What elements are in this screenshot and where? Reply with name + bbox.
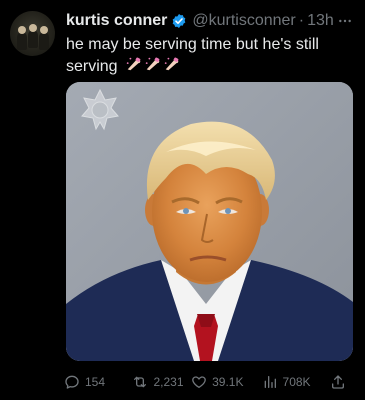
retweet-count: 2,231 xyxy=(153,375,184,389)
user-handle[interactable]: @kurtisconner xyxy=(192,12,295,30)
reply-icon xyxy=(65,375,79,389)
share-icon xyxy=(332,375,344,389)
reply-count: 154 xyxy=(85,375,106,389)
nail-polish-emoji xyxy=(126,57,141,71)
avatar-head-3 xyxy=(40,26,48,34)
avatar-head-2 xyxy=(29,24,37,32)
like-count: 39.1K xyxy=(212,375,244,389)
timestamp[interactable]: 13h xyxy=(307,12,334,30)
nail-polish-emojis xyxy=(125,55,182,79)
view-count: 708K xyxy=(282,375,311,389)
mugshot-image xyxy=(66,82,353,361)
separator-dot: · xyxy=(298,12,305,29)
verified-badge-icon xyxy=(171,13,187,29)
more-dots-icon[interactable] xyxy=(337,13,353,32)
avatar-figure-1 xyxy=(17,32,27,50)
views-chart-icon xyxy=(264,376,276,388)
like-button[interactable]: 39.1K xyxy=(191,374,261,390)
display-name[interactable]: kurtis conner xyxy=(66,12,167,30)
tweet-header: kurtis conner @kurtisconner · 13h xyxy=(66,10,357,32)
nail-polish-emoji xyxy=(145,57,160,71)
avatar[interactable] xyxy=(10,11,55,56)
views-button[interactable]: 708K xyxy=(262,374,330,390)
avatar-head-1 xyxy=(18,26,26,34)
tweet-text-content: he may be serving time but he's still se… xyxy=(66,36,319,75)
tweet-media-image[interactable] xyxy=(66,82,353,361)
share-button[interactable] xyxy=(330,374,351,390)
avatar-figure-3 xyxy=(39,32,49,50)
tweet-actions: 154 2,231 39.1K 708K xyxy=(64,372,357,392)
retweet-button[interactable]: 2,231 xyxy=(131,374,192,390)
avatar-figure-2 xyxy=(28,30,38,48)
reply-button[interactable]: 154 xyxy=(64,374,131,390)
retweet-icon xyxy=(133,376,146,388)
heart-icon xyxy=(192,376,206,388)
tweet-text: he may be serving time but he's still se… xyxy=(66,34,336,79)
nail-polish-emoji xyxy=(164,57,179,71)
